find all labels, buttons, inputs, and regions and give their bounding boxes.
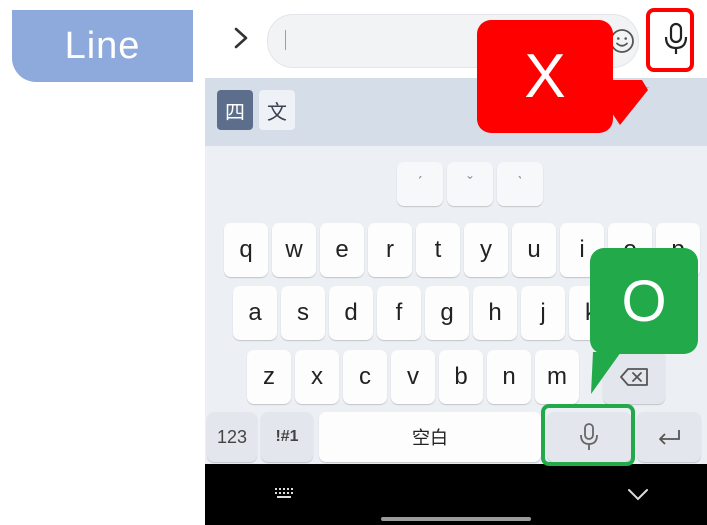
key-m[interactable]: m [535, 350, 579, 404]
key-j[interactable]: j [521, 286, 565, 340]
key-n[interactable]: n [487, 350, 531, 404]
key-v[interactable]: v [391, 350, 435, 404]
chevron-right-icon[interactable] [227, 24, 255, 52]
enter-icon [659, 430, 680, 445]
key-q[interactable]: q [224, 223, 268, 277]
space-key[interactable]: 空白 [319, 412, 541, 462]
callout-pointer [591, 352, 621, 394]
system-nav-bar [205, 464, 707, 525]
app-label-badge: Line [12, 10, 193, 82]
chevron-down-icon[interactable] [627, 488, 649, 502]
wrong-choice-highlight [646, 8, 694, 72]
wrong-mark-callout: X [477, 20, 613, 133]
key-y[interactable]: y [464, 223, 508, 277]
mode-zhuyin-button[interactable]: 四 [217, 90, 253, 130]
key-h[interactable]: h [473, 286, 517, 340]
correct-choice-highlight [541, 404, 635, 466]
key-r[interactable]: r [368, 223, 412, 277]
key-g[interactable]: g [425, 286, 469, 340]
key-w[interactable]: w [272, 223, 316, 277]
key-d[interactable]: d [329, 286, 373, 340]
key-b[interactable]: b [439, 350, 483, 404]
enter-key[interactable] [637, 412, 701, 462]
key-z[interactable]: z [247, 350, 291, 404]
key-u[interactable]: u [512, 223, 556, 277]
symbols-key[interactable]: !#1 [261, 412, 313, 462]
key-s[interactable]: s [281, 286, 325, 340]
home-indicator [381, 517, 531, 521]
key-f[interactable]: f [377, 286, 421, 340]
numbers-key[interactable]: 123 [207, 412, 257, 462]
tone-key[interactable]: ˋ [497, 162, 543, 206]
keyboard-switch-icon[interactable] [275, 488, 293, 498]
key-c[interactable]: c [343, 350, 387, 404]
text-caret [285, 30, 286, 50]
key-x[interactable]: x [295, 350, 339, 404]
key-t[interactable]: t [416, 223, 460, 277]
tone-key[interactable]: ˊ [397, 162, 443, 206]
tone-key[interactable]: ˇ [447, 162, 493, 206]
key-e[interactable]: e [320, 223, 364, 277]
correct-mark-callout: O [590, 248, 698, 354]
key-a[interactable]: a [233, 286, 277, 340]
mode-chinese-button[interactable]: 文 [259, 90, 295, 130]
